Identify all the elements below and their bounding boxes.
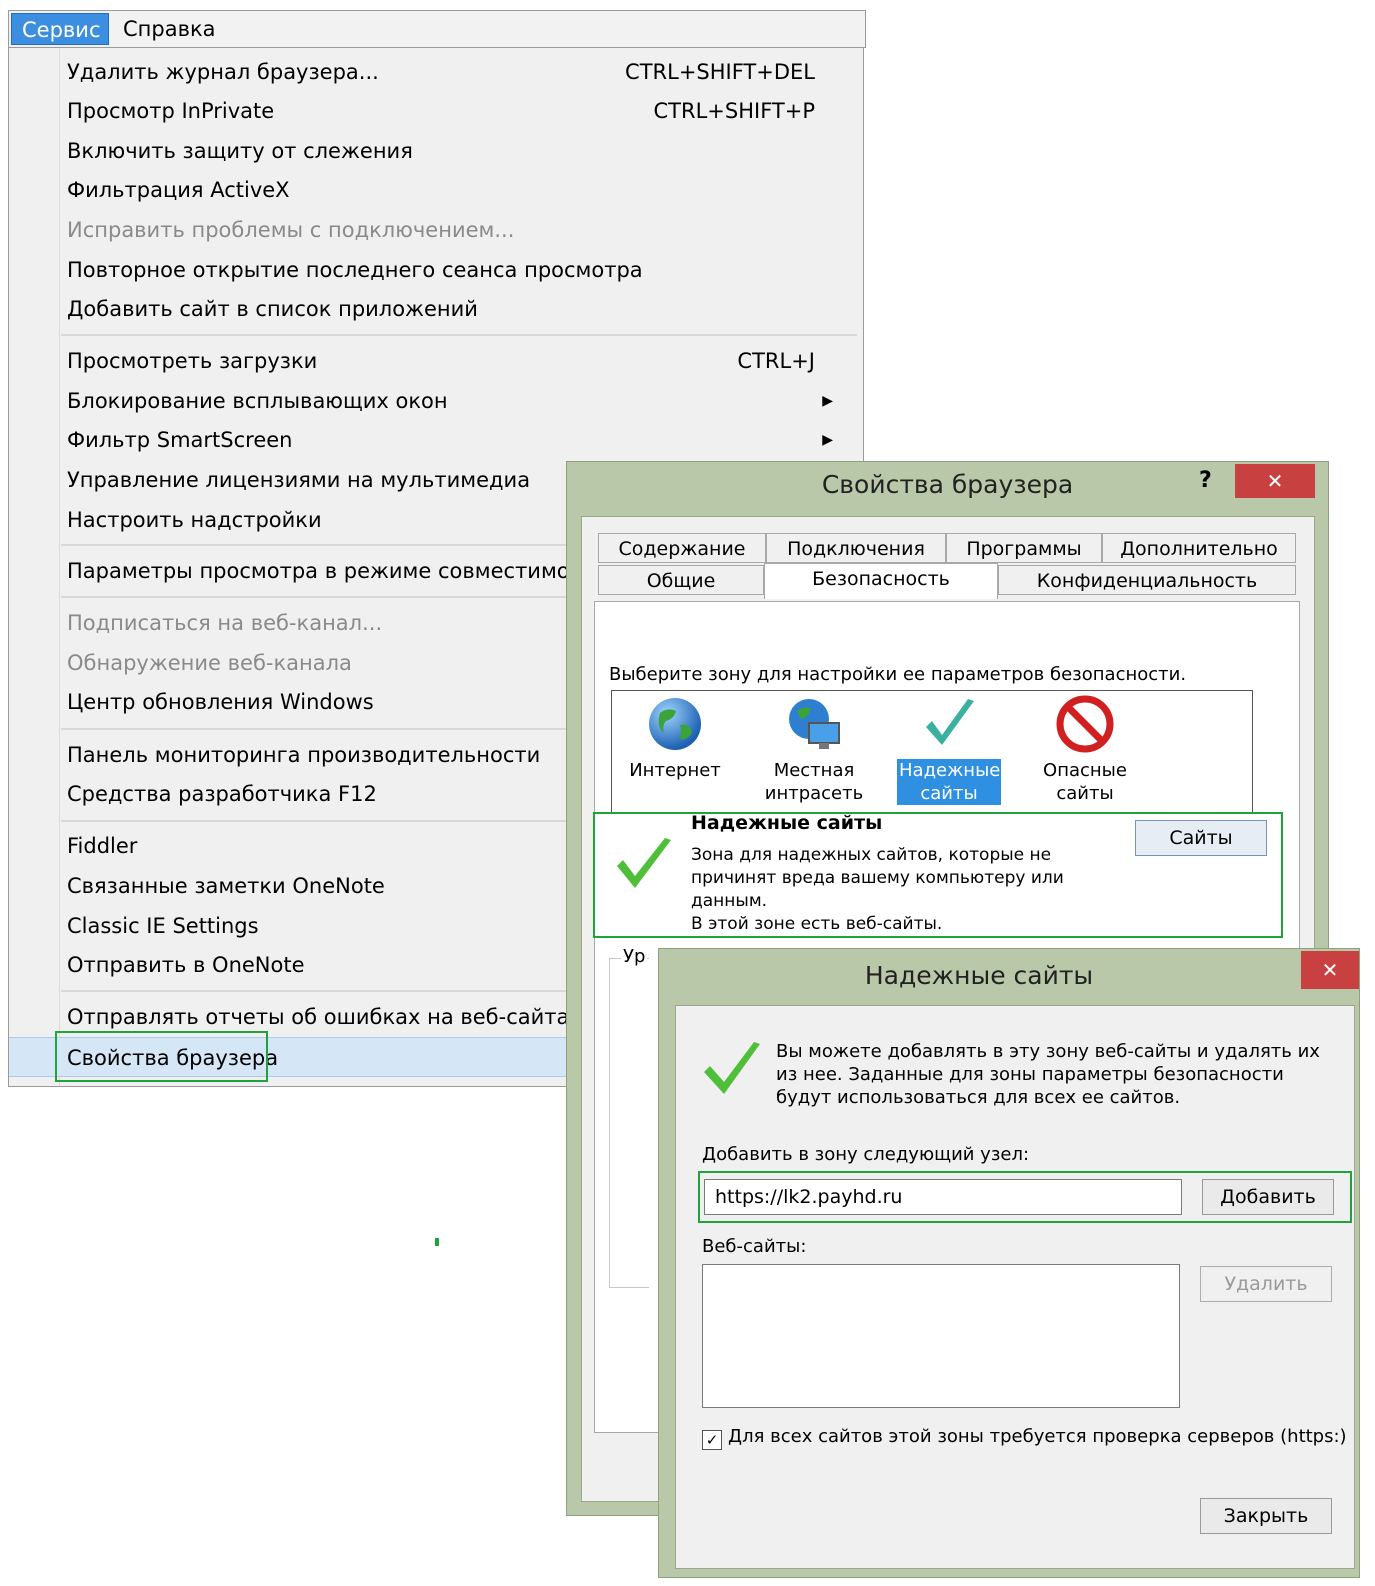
security-level-group	[609, 958, 649, 1288]
tab-advanced[interactable]: Дополнительно	[1102, 533, 1296, 563]
add-button[interactable]: Добавить	[1202, 1179, 1334, 1215]
menu-item-reopen-session[interactable]: Повторное открытие последнего сеанса про…	[9, 250, 863, 290]
intranet-icon	[789, 699, 840, 749]
zone-restricted-sites[interactable]: Опасные сайты	[1032, 695, 1138, 805]
tab-connections[interactable]: Подключения	[766, 533, 946, 563]
add-site-label: Добавить в зону следующий узел:	[702, 1144, 1030, 1165]
trusted-zone-info: Надежные сайты Зона для надежных сайтов,…	[593, 812, 1283, 938]
close-button[interactable]: ✕	[1301, 951, 1359, 989]
tab-security[interactable]: Безопасность	[764, 563, 998, 599]
zone-local-intranet[interactable]: Местная интрасеть	[758, 695, 870, 805]
tab-general[interactable]: Общие	[598, 565, 764, 595]
add-site-input[interactable]: https://lk2.payhd.ru	[704, 1179, 1182, 1215]
zone-description-text: Зона для надежных сайтов, которые не при…	[691, 845, 1064, 911]
menu-item-view-downloads[interactable]: Просмотреть загрузки CTRL+J	[9, 341, 863, 381]
menu-item-popup-blocker[interactable]: Блокирование всплывающих окон ▶	[9, 381, 863, 421]
menu-item-delete-history[interactable]: Удалить журнал браузера... CTRL+SHIFT+DEL	[9, 52, 863, 92]
add-site-highlight: https://lk2.payhd.ru Добавить	[698, 1171, 1352, 1223]
tab-content[interactable]: Содержание	[598, 533, 766, 563]
submenu-arrow-icon: ▶	[822, 432, 833, 448]
websites-label: Веб-сайты:	[702, 1236, 807, 1257]
zone-title: Надежные сайты	[691, 812, 883, 834]
dialog-title: Свойства браузера	[821, 470, 1074, 499]
https-requirement-row[interactable]: ✓ Для всех сайтов этой зоны требуется про…	[702, 1426, 1347, 1450]
help-button[interactable]: ?	[1199, 468, 1212, 493]
tab-programs[interactable]: Программы	[946, 533, 1102, 563]
zone-note-text: В этой зоне есть веб-сайты.	[691, 914, 943, 934]
menu-bar: Сервис Справка	[8, 10, 866, 48]
zone-label: Надежные сайты	[897, 759, 1001, 805]
menu-item-inprivate[interactable]: Просмотр InPrivate CTRL+SHIFT+P	[9, 91, 863, 131]
zone-internet[interactable]: Интернет	[622, 695, 728, 782]
zone-label: Интернет	[629, 760, 721, 781]
remove-button[interactable]: Удалить	[1200, 1266, 1332, 1302]
menu-item-tracking-protection[interactable]: Включить защиту от слежения	[9, 131, 863, 171]
dialog-title: Надежные сайты	[864, 961, 1094, 990]
zone-list: Интернет Местная интрасеть Надежные сайт…	[611, 690, 1253, 818]
globe-icon	[649, 698, 701, 750]
menu-item-add-to-apps[interactable]: Добавить сайт в список приложений	[9, 289, 863, 329]
zone-trusted-sites[interactable]: Надежные сайты	[896, 695, 1002, 805]
tab-privacy[interactable]: Конфиденциальность	[998, 565, 1296, 595]
zone-description: Зона для надежных сайтов, которые не при…	[691, 844, 1091, 936]
checkmark-icon	[926, 699, 974, 745]
zone-prompt: Выберите зону для настройки ее параметро…	[609, 664, 1187, 685]
checkmark-icon	[704, 1042, 760, 1094]
dialog-body: Вы можете добавлять в эту зону веб-сайты…	[675, 1005, 1355, 1569]
zone-label: Местная интрасеть	[764, 760, 864, 804]
sites-button[interactable]: Сайты	[1135, 820, 1267, 856]
close-button[interactable]: ✕	[1235, 464, 1315, 498]
websites-list[interactable]	[702, 1264, 1180, 1408]
menu-help[interactable]: Справка	[113, 13, 226, 45]
security-level-label: Ур	[621, 946, 648, 967]
checkmark-icon	[617, 838, 671, 888]
zone-label: Опасные сайты	[1043, 760, 1127, 804]
https-checkbox[interactable]: ✓	[702, 1430, 722, 1450]
close-dialog-button[interactable]: Закрыть	[1200, 1498, 1332, 1534]
menu-service[interactable]: Сервис	[11, 13, 109, 45]
menu-separator	[61, 334, 857, 336]
submenu-arrow-icon: ▶	[822, 393, 833, 409]
trusted-sites-dialog: Надежные сайты ✕ Вы можете добавлять в э…	[658, 948, 1360, 1578]
trusted-description: Вы можете добавлять в эту зону веб-сайты…	[776, 1041, 1320, 1108]
menu-item-activex-filtering[interactable]: Фильтрация ActiveX	[9, 170, 863, 210]
green-mark	[435, 1238, 439, 1246]
menu-item-fix-connection: Исправить проблемы с подключением...	[67, 218, 515, 242]
menu-item-smartscreen[interactable]: Фильтр SmartScreen ▶	[9, 420, 863, 460]
internet-options-highlight	[55, 1031, 268, 1082]
https-checkbox-label: Для всех сайтов этой зоны требуется пров…	[728, 1426, 1347, 1447]
restricted-icon	[1056, 695, 1114, 753]
